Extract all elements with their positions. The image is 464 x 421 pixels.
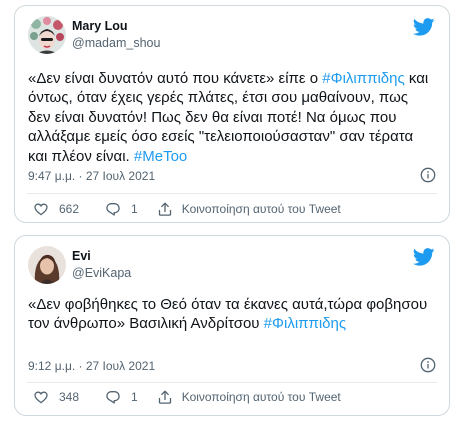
heart-icon bbox=[34, 391, 48, 404]
reply-icon bbox=[106, 203, 120, 216]
user-avatar[interactable] bbox=[28, 246, 66, 284]
divider bbox=[27, 193, 437, 194]
user-handle[interactable]: @EviKapa bbox=[72, 266, 131, 280]
tweet-text-part: «Δεν είναι δυνατόν αυτό που κάνετε» είπε… bbox=[28, 70, 323, 87]
user-handle[interactable]: @madam_shou bbox=[72, 36, 160, 50]
display-name[interactable]: Evi bbox=[72, 249, 91, 263]
reply-count: 1 bbox=[131, 390, 138, 404]
tweet-card[interactable]: Evi @EviKapa «Δεν φοβήθηκες το Θεό όταν … bbox=[14, 235, 450, 416]
hashtag-link[interactable]: #Φιλιππιδης bbox=[264, 315, 346, 332]
tweet-card[interactable]: Mary Lou @madam_shou «Δεν είναι δυνατόν … bbox=[14, 5, 450, 223]
tweet-timestamp[interactable]: 9:12 μ.μ. · 27 Ιουλ 2021 bbox=[28, 359, 155, 373]
hashtag-link[interactable]: #Φιλιππιδης bbox=[322, 70, 404, 87]
reply-count: 1 bbox=[131, 202, 138, 216]
reply-icon bbox=[106, 391, 120, 404]
tweet-actions: 662 1 Κοινοποίηση αυτού του Tweet bbox=[28, 200, 436, 218]
share-button[interactable]: Κοινοποίηση αυτού του Tweet bbox=[157, 201, 341, 217]
reply-button[interactable]: 1 bbox=[105, 201, 138, 217]
twitter-bird-icon[interactable] bbox=[413, 248, 435, 266]
share-icon bbox=[158, 202, 171, 216]
tweet-timestamp[interactable]: 9:47 μ.μ. · 27 Ιουλ 2021 bbox=[28, 169, 155, 183]
hashtag-link[interactable]: #MeToo bbox=[134, 148, 187, 165]
share-label: Κοινοποίηση αυτού του Tweet bbox=[181, 390, 341, 404]
share-label: Κοινοποίηση αυτού του Tweet bbox=[181, 202, 341, 216]
tweet-text-part: «Δεν φοβήθηκες το Θεό όταν τα έκανες αυτ… bbox=[28, 296, 428, 333]
user-avatar[interactable] bbox=[28, 16, 66, 54]
share-icon bbox=[158, 390, 171, 404]
info-icon[interactable] bbox=[420, 357, 436, 373]
twitter-bird-icon[interactable] bbox=[413, 18, 435, 36]
like-count: 348 bbox=[59, 390, 80, 404]
like-button[interactable]: 662 bbox=[33, 201, 79, 217]
tweet-text: «Δεν φοβήθηκες το Θεό όταν τα έκανες αυτ… bbox=[28, 295, 431, 334]
display-name[interactable]: Mary Lou bbox=[72, 19, 128, 33]
like-button[interactable]: 348 bbox=[33, 389, 79, 405]
divider bbox=[27, 382, 437, 383]
tweet-text: «Δεν είναι δυνατόν αυτό που κάνετε» είπε… bbox=[28, 69, 431, 166]
heart-icon bbox=[34, 203, 48, 216]
woman-portrait-avatar-icon bbox=[28, 246, 66, 284]
reply-button[interactable]: 1 bbox=[105, 389, 138, 405]
info-icon[interactable] bbox=[420, 167, 436, 183]
woman-with-flowers-avatar-icon bbox=[28, 16, 66, 54]
share-button[interactable]: Κοινοποίηση αυτού του Tweet bbox=[157, 389, 341, 405]
like-count: 662 bbox=[59, 202, 80, 216]
tweet-actions: 348 1 Κοινοποίηση αυτού του Tweet bbox=[28, 388, 436, 406]
